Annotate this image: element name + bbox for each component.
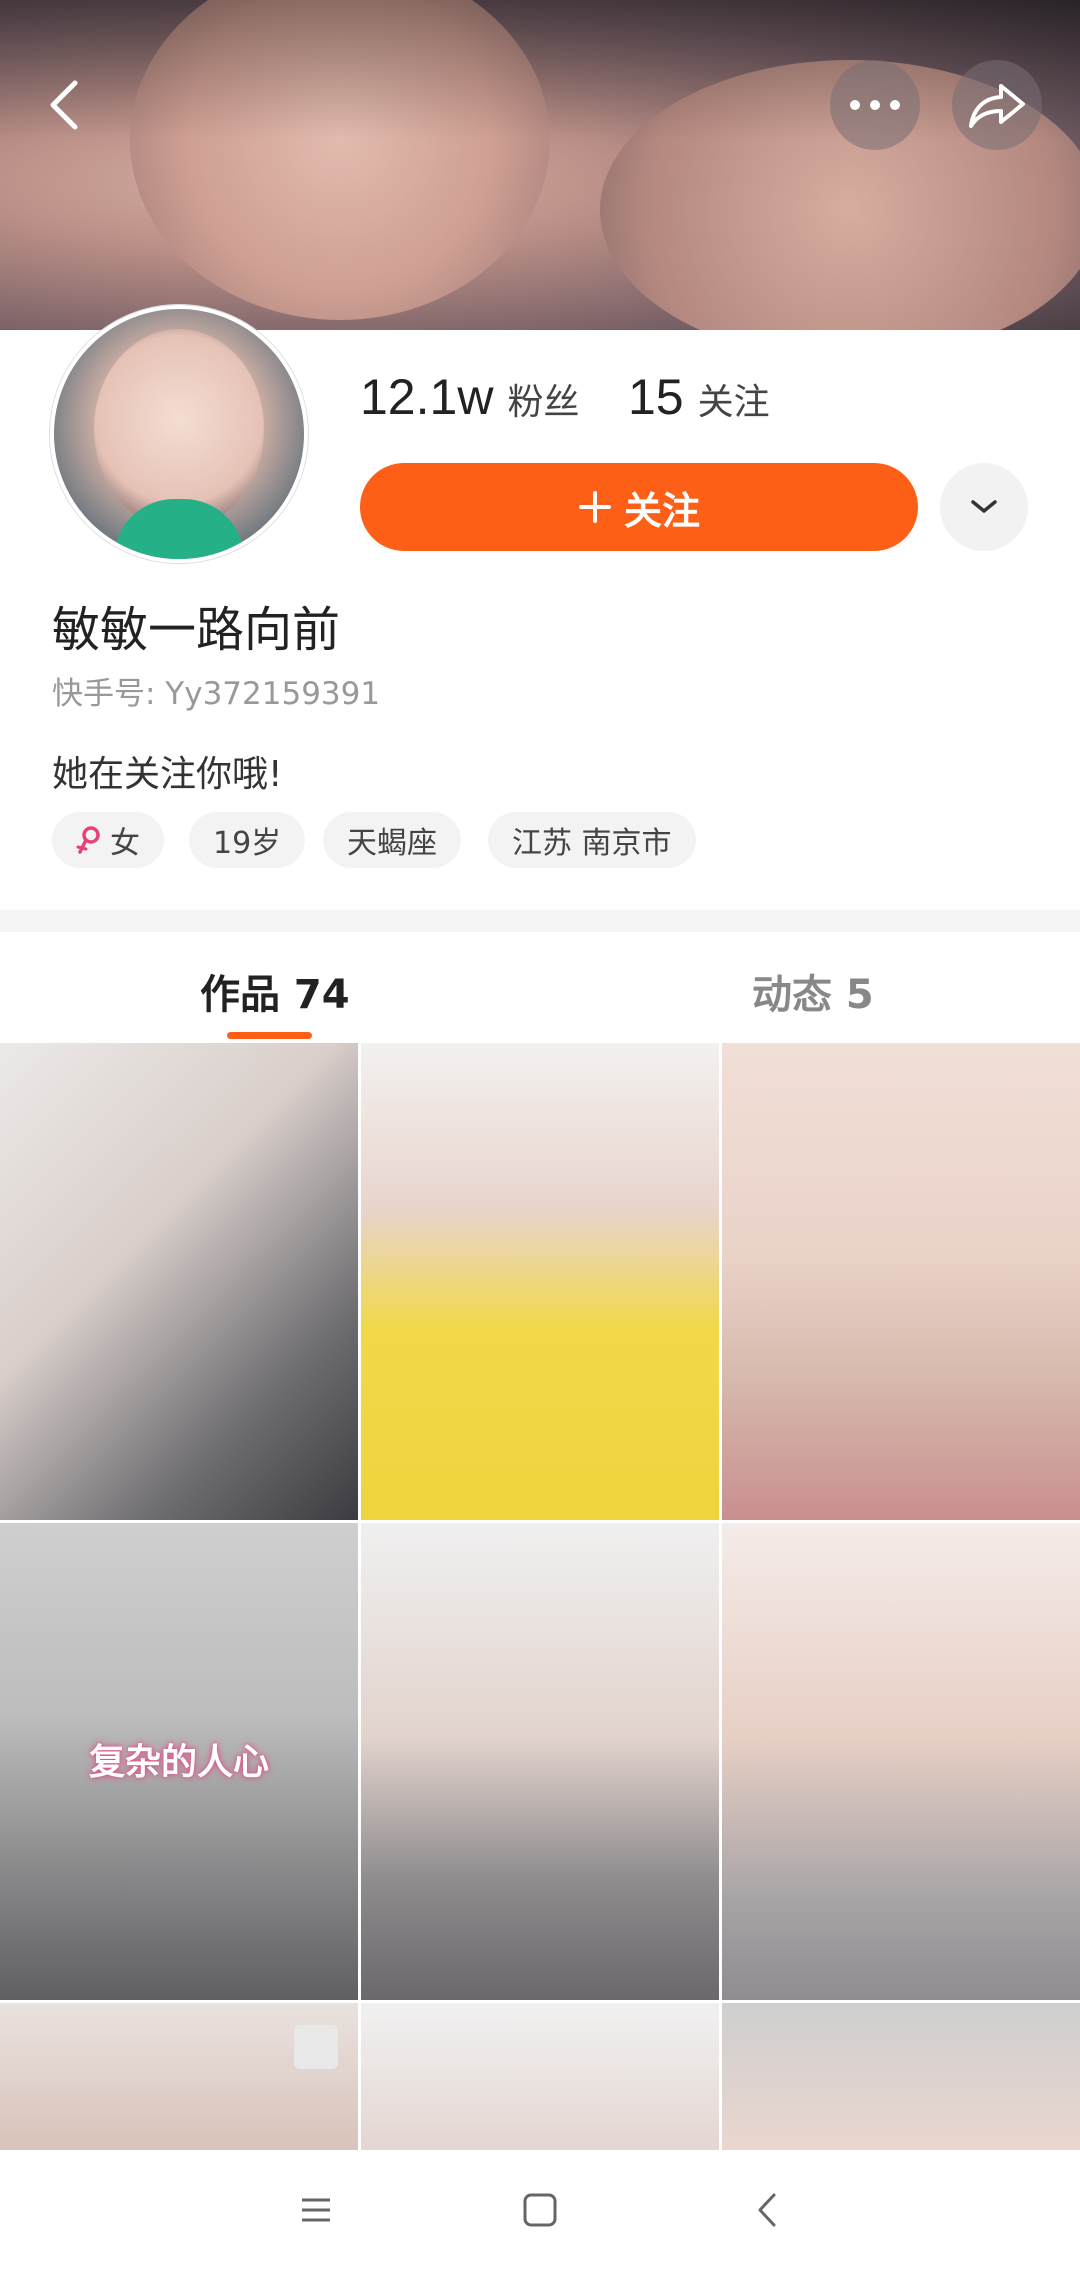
system-nav-bar [0, 2150, 1080, 2278]
tab-moments[interactable]: 动态 5 [752, 962, 874, 1020]
menu-button[interactable] [296, 2190, 336, 2230]
video-thumbnail[interactable] [722, 1043, 1080, 1520]
following-count: 15 [628, 369, 684, 425]
menu-icon [302, 2198, 330, 2222]
more-button[interactable] [830, 60, 920, 150]
section-divider [0, 910, 1080, 932]
chevron-down-icon [971, 500, 997, 513]
follow-button[interactable]: 关注 [360, 463, 918, 551]
video-thumbnail[interactable] [722, 2003, 1080, 2150]
share-icon [969, 84, 1025, 128]
tag-location-label: 江苏 南京市 [512, 826, 672, 861]
back-button[interactable] [20, 60, 110, 150]
more-icon [850, 100, 900, 110]
female-icon [76, 826, 100, 854]
tag-zodiac-label: 天蝎座 [347, 826, 437, 861]
tag-location: 江苏 南京市 [488, 812, 696, 868]
video-thumbnail[interactable] [361, 1523, 719, 2000]
fans-label: 粉丝 [507, 382, 580, 423]
tab-active-indicator [227, 1032, 312, 1039]
video-thumbnail[interactable] [0, 2003, 358, 2150]
avatar[interactable] [50, 305, 308, 563]
home-button[interactable] [520, 2190, 560, 2230]
video-thumbnail[interactable]: 复杂的人心 [0, 1523, 358, 2000]
following-label: 关注 [697, 382, 770, 423]
tag-gender: 女 [52, 812, 164, 868]
tag-gender-label: 女 [110, 826, 140, 861]
following-stat[interactable]: 15 关注 [628, 368, 770, 426]
profile-cover-image[interactable] [0, 0, 1080, 330]
follow-button-label: 关注 [623, 488, 700, 533]
back-icon [50, 80, 78, 130]
nav-back-button[interactable] [748, 2190, 788, 2230]
tab-works[interactable]: 作品 74 [200, 962, 350, 1020]
share-button[interactable] [952, 60, 1042, 150]
photo-album-icon [294, 2025, 338, 2069]
home-icon [523, 2193, 557, 2227]
kuaishou-id[interactable]: 快手号: Yy372159391 [52, 668, 380, 713]
tag-age: 19岁 [189, 812, 306, 868]
recommend-dropdown-button[interactable] [940, 463, 1028, 551]
tag-age-label: 19岁 [213, 826, 282, 861]
fans-stat[interactable]: 12.1w 粉丝 [360, 368, 579, 426]
video-thumbnail[interactable] [722, 1523, 1080, 2000]
fans-count: 12.1w [360, 369, 494, 425]
tag-zodiac: 天蝎座 [323, 812, 461, 868]
video-overlay-text: 复杂的人心 [88, 1742, 269, 1783]
nav-back-icon [758, 2193, 776, 2227]
nickname: 敏敏一路向前 [52, 602, 341, 658]
video-thumbnail[interactable] [361, 1043, 719, 1520]
video-thumbnail[interactable] [0, 1043, 358, 1520]
plus-icon [578, 491, 611, 523]
follows-you-text: 她在关注你哦! [52, 754, 283, 795]
video-thumbnail[interactable] [361, 2003, 719, 2150]
